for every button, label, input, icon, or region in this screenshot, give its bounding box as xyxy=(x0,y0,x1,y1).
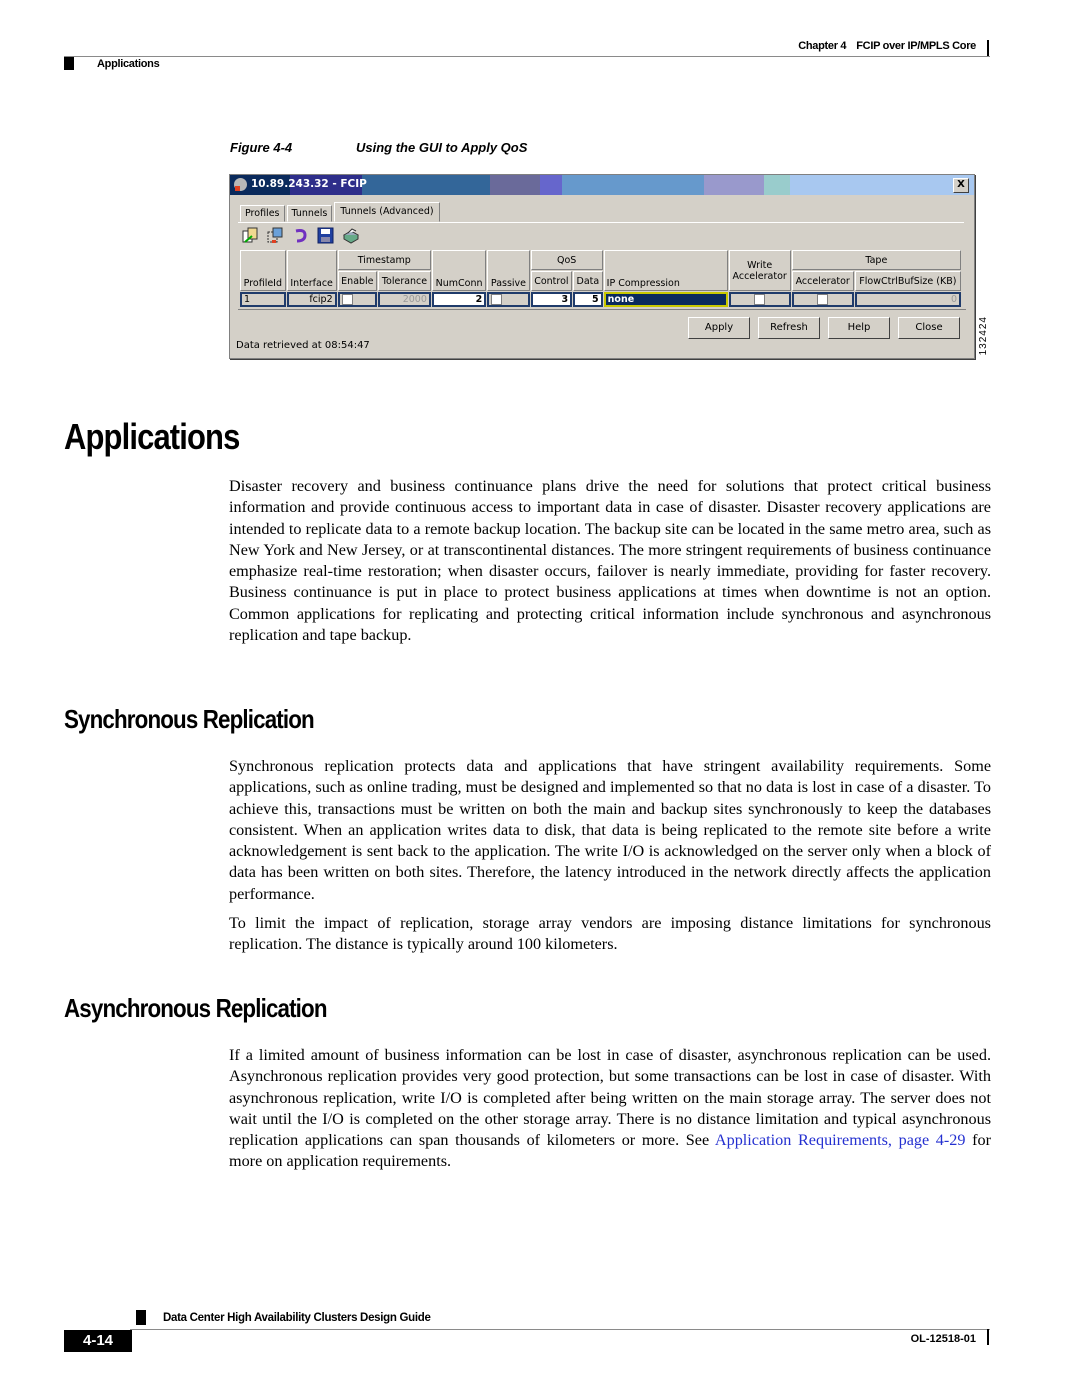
document-number: OL-12518-01 xyxy=(910,1333,976,1345)
cell-profile-id: 1 xyxy=(240,292,286,307)
cell-passive xyxy=(487,292,530,307)
footer-rule xyxy=(130,1329,990,1330)
paste-config-icon[interactable] xyxy=(267,227,284,244)
cell-tape-accelerator xyxy=(791,292,854,307)
footer-marker xyxy=(136,1310,146,1325)
tab-divider xyxy=(238,222,964,223)
write-accelerator-checkbox[interactable] xyxy=(754,294,766,305)
tab-profiles[interactable]: Profiles xyxy=(240,205,285,222)
tape-accelerator-checkbox[interactable] xyxy=(817,294,829,305)
write-label: Write xyxy=(747,259,773,271)
tab-bar: Profiles Tunnels Tunnels (Advanced) xyxy=(240,202,442,222)
column-header-tape-accelerator[interactable]: Accelerator xyxy=(791,271,854,291)
figure-title: Using the GUI to Apply QoS xyxy=(356,140,528,155)
window-close-button[interactable]: X xyxy=(953,178,969,193)
column-header-profileid[interactable]: ProfileId xyxy=(240,250,286,291)
cell-qos-control[interactable]: 3 xyxy=(530,292,573,307)
section-title-synchronous: Synchronous Replication xyxy=(64,704,315,734)
help-button[interactable]: Help xyxy=(828,317,890,339)
fcip-window: 10.89.243.32 - FCIP X Profiles Tunnels T… xyxy=(229,174,975,359)
group-header-tape: Tape xyxy=(791,250,961,270)
figure-caption: Figure 4-4 Using the GUI to Apply QoS xyxy=(230,140,527,155)
window-titlebar[interactable]: 10.89.243.32 - FCIP X xyxy=(230,175,974,195)
status-text: Data retrieved at 08:54:47 xyxy=(236,340,370,351)
column-header-ip-compression[interactable]: IP Compression xyxy=(603,250,728,291)
applications-paragraph: Disaster recovery and business continuan… xyxy=(229,477,991,645)
column-header-data[interactable]: Data xyxy=(573,271,603,291)
toolbar xyxy=(242,227,360,244)
column-header-write-accelerator[interactable]: Write Accelerator xyxy=(728,250,791,291)
passive-checkbox[interactable] xyxy=(491,294,503,305)
running-header-section: Applications xyxy=(97,58,160,70)
undo-icon[interactable] xyxy=(292,227,309,244)
cell-enable xyxy=(337,292,378,307)
save-icon[interactable] xyxy=(317,227,334,244)
group-header-qos: QoS xyxy=(530,250,603,270)
column-header-control[interactable]: Control xyxy=(530,271,573,291)
group-header-timestamp: Timestamp xyxy=(337,250,431,270)
header-marker xyxy=(64,57,74,70)
cell-interface: fcip2 xyxy=(286,292,337,307)
column-header-tolerance[interactable]: Tolerance xyxy=(378,271,431,291)
cell-ip-compression[interactable]: none xyxy=(603,292,728,307)
header-rule xyxy=(64,56,990,57)
panel-divider xyxy=(238,309,966,310)
cell-tolerance: 2000 xyxy=(378,292,431,307)
column-header-flowctrlbufsize[interactable]: FlowCtrlBufSize (KB) xyxy=(854,271,961,291)
cell-qos-data[interactable]: 5 xyxy=(573,292,603,307)
cell-flowctrlbufsize: 0 xyxy=(854,292,961,307)
section-title-asynchronous: Asynchronous Replication xyxy=(64,993,327,1023)
print-icon[interactable] xyxy=(342,227,360,244)
synchronous-paragraph-2: To limit the impact of replication, stor… xyxy=(229,914,991,954)
apply-button[interactable]: Apply xyxy=(688,317,750,339)
table-row[interactable]: 1 fcip2 2000 2 3 5 none 0 xyxy=(240,292,961,307)
window-title: 10.89.243.32 - FCIP xyxy=(251,178,367,190)
cell-write-accelerator xyxy=(728,292,791,307)
tab-tunnels[interactable]: Tunnels xyxy=(286,205,333,222)
write-accelerator-label: Accelerator xyxy=(732,270,787,282)
asynchronous-paragraph: If a limited amount of business informat… xyxy=(229,1045,991,1173)
column-header-interface[interactable]: Interface xyxy=(286,250,337,291)
page-number: 4-14 xyxy=(64,1330,132,1352)
footer-guide-title: Data Center High Availability Clusters D… xyxy=(163,1312,431,1324)
window-app-icon xyxy=(234,178,247,191)
enable-checkbox[interactable] xyxy=(341,294,353,305)
section-title-applications: Applications xyxy=(64,416,240,457)
refresh-button[interactable]: Refresh xyxy=(758,317,820,339)
tab-tunnels-advanced[interactable]: Tunnels (Advanced) xyxy=(334,202,440,222)
button-row: Apply Refresh Help Close xyxy=(688,317,960,339)
application-requirements-link[interactable]: Application Requirements, page 4-29 xyxy=(715,1131,966,1149)
running-header-chapter: Chapter 4 FCIP over IP/MPLS Core xyxy=(798,40,976,52)
figure-id: 132424 xyxy=(978,316,989,356)
synchronous-paragraph-1: Synchronous replication protects data an… xyxy=(229,757,991,903)
cell-numconn[interactable]: 2 xyxy=(431,292,487,307)
header-bar xyxy=(987,40,989,56)
footer-bar xyxy=(987,1329,989,1345)
column-header-enable[interactable]: Enable xyxy=(337,271,378,291)
copy-config-icon[interactable] xyxy=(242,227,259,244)
figure-number: Figure 4-4 xyxy=(230,140,293,155)
close-button[interactable]: Close xyxy=(898,317,960,339)
column-header-passive[interactable]: Passive xyxy=(487,250,530,291)
chapter-title: FCIP over IP/MPLS Core xyxy=(856,40,976,52)
tunnels-table: ProfileId Interface Timestamp NumConn Pa… xyxy=(239,249,962,308)
column-header-numconn[interactable]: NumConn xyxy=(431,250,487,291)
chapter-label: Chapter 4 xyxy=(798,40,847,52)
